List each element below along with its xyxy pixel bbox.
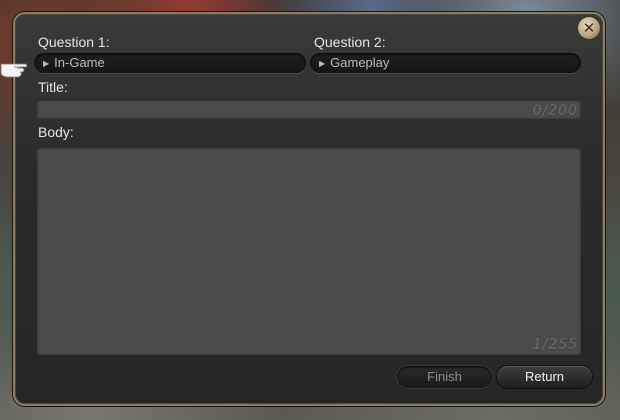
question2-dropdown[interactable]: ▶ Gameplay	[310, 53, 581, 73]
title-char-counter: 0/200	[532, 103, 578, 119]
close-icon[interactable]: ✕	[578, 17, 600, 39]
return-button[interactable]: Return	[497, 366, 592, 388]
question1-value: In-Game	[54, 55, 105, 70]
question2-label: Question 2:	[314, 34, 386, 50]
body-label: Body:	[38, 124, 74, 140]
body-textarea[interactable]: 1/255	[37, 147, 581, 354]
body-char-counter: 1/255	[532, 337, 578, 353]
hand-pointer-icon	[0, 63, 28, 78]
finish-button[interactable]: Finish	[397, 366, 492, 388]
question1-label: Question 1:	[38, 34, 110, 50]
title-input[interactable]: 0/200	[37, 99, 581, 119]
title-label: Title:	[38, 79, 68, 95]
triangle-right-icon: ▶	[319, 59, 326, 68]
question1-dropdown[interactable]: ▶ In-Game	[34, 53, 306, 73]
triangle-right-icon: ▶	[43, 59, 50, 68]
question2-value: Gameplay	[330, 55, 390, 70]
